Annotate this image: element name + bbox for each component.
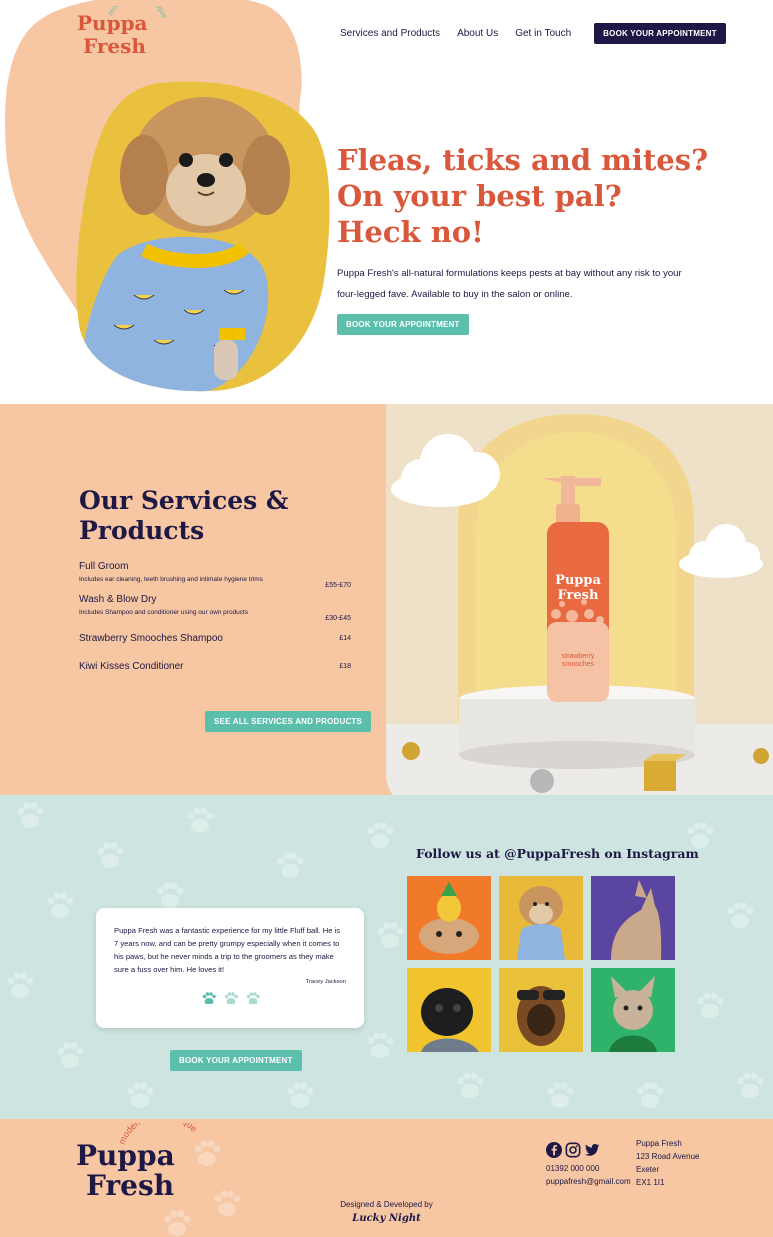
social-icons xyxy=(546,1142,600,1158)
credit-label: Designed & Developed by xyxy=(340,1200,433,1209)
footer-logo-word-2: Fresh xyxy=(86,1169,174,1202)
dog-in-banana-pyjamas-photo xyxy=(76,81,330,392)
service-item[interactable]: Kiwi Kisses Conditioner £18 xyxy=(79,661,351,672)
service-price: £14 xyxy=(339,635,351,642)
french-bulldog-green-photo[interactable] xyxy=(591,968,675,1052)
service-name: Full Groom xyxy=(79,561,129,572)
service-item[interactable]: Strawberry Smooches Shampoo £14 xyxy=(79,633,351,644)
service-item[interactable]: Wash & Blow Dry Includes Shampoo and con… xyxy=(79,594,351,622)
hero-headline: Fleas, ticks and mites? On your best pal… xyxy=(337,142,737,250)
see-all-services-button[interactable]: SEE ALL SERVICES AND PRODUCTS xyxy=(205,711,372,732)
bottle-logo-word-2: Fresh xyxy=(558,588,599,603)
headline-line: On your best pal? xyxy=(337,179,622,213)
paw-dot-icon[interactable] xyxy=(246,992,260,1004)
headline-line: Fleas, ticks and mites? xyxy=(337,143,709,177)
address-line: 123 Road Avenue xyxy=(636,1152,700,1161)
services-title-line: Our Services & xyxy=(79,486,289,515)
footer-phone[interactable]: 01392 000 000 xyxy=(546,1164,599,1173)
facebook-icon[interactable] xyxy=(546,1142,562,1158)
credit-brand-logo[interactable]: Lucky Night xyxy=(0,1213,773,1224)
bottle-logo-word-1: Puppa xyxy=(555,573,601,588)
services-title: Our Services & Products xyxy=(79,486,288,546)
testimonial-book-button[interactable]: BOOK YOUR APPOINTMENT xyxy=(170,1050,302,1071)
address-line: Exeter xyxy=(636,1165,660,1174)
logo-word-2: Fresh xyxy=(83,34,146,58)
testimonial-pagination xyxy=(202,992,260,1004)
pug-yellow-photo[interactable] xyxy=(407,968,491,1052)
nav-services[interactable]: Services and Products xyxy=(340,28,440,39)
bottle-label-1: strawberry xyxy=(562,653,595,660)
chihuahua-purple-photo[interactable] xyxy=(591,876,675,960)
headline-line: Heck no! xyxy=(337,215,484,249)
footer: Puppa Fresh modern dog boutique 01392 00… xyxy=(0,1119,773,1237)
service-description: Includes ear cleaning, teeth brushing an… xyxy=(79,576,263,583)
footer-address: Puppa Fresh 123 Road Avenue Exeter EX1 1… xyxy=(636,1137,699,1189)
address-line: Puppa Fresh xyxy=(636,1139,682,1148)
instagram-grid xyxy=(407,876,675,1052)
shampoo-bottle-illustration: Puppa Fresh strawberry smooches xyxy=(386,404,773,810)
service-price: £18 xyxy=(339,663,351,670)
dog-banana-pyjamas-photo[interactable] xyxy=(499,876,583,960)
paw-dot-icon[interactable] xyxy=(224,992,238,1004)
nav-about[interactable]: About Us xyxy=(457,28,498,39)
nav-book-button[interactable]: BOOK YOUR APPOINTMENT xyxy=(594,23,726,44)
testimonial-text: Puppa Fresh was a fantastic experience f… xyxy=(114,926,341,974)
bulldog-pineapple-hat-photo[interactable] xyxy=(407,876,491,960)
logo[interactable]: Puppa Fresh modern dog boutique xyxy=(74,6,166,58)
address-line: EX1 1I1 xyxy=(636,1178,665,1187)
nav-contact[interactable]: Get in Touch xyxy=(515,28,571,39)
service-name: Wash & Blow Dry xyxy=(79,594,157,605)
instagram-title: Follow us at @PuppaFresh on Instagram xyxy=(416,846,699,861)
services-section: Our Services & Products Full Groom Inclu… xyxy=(0,404,773,810)
instagram-icon[interactable] xyxy=(565,1142,581,1158)
service-description: Includes Shampoo and conditioner using o… xyxy=(79,609,249,616)
service-name: Kiwi Kisses Conditioner xyxy=(79,661,184,672)
footer-email[interactable]: puppafresh@gmail.com xyxy=(546,1177,631,1186)
hero-section: Puppa Fresh modern dog boutique Services… xyxy=(0,0,773,404)
paw-dot-active-icon[interactable] xyxy=(202,992,216,1004)
service-price: £30-£45 xyxy=(325,615,351,622)
testimonial-author: Tracey Jackson xyxy=(305,979,346,985)
bottle-label-2: smooches xyxy=(562,661,594,668)
shampoo-product-photo: Puppa Fresh strawberry smooches xyxy=(386,404,773,810)
main-nav: Services and Products About Us Get in To… xyxy=(340,23,726,44)
service-price: £55-£70 xyxy=(325,582,351,589)
dog-sunglasses-photo[interactable] xyxy=(499,968,583,1052)
twitter-icon[interactable] xyxy=(584,1142,600,1158)
testimonial-card: Puppa Fresh was a fantastic experience f… xyxy=(96,908,364,1028)
hero-description: Puppa Fresh's all-natural formulations k… xyxy=(337,268,682,300)
service-name: Strawberry Smooches Shampoo xyxy=(79,633,223,644)
services-title-line: Products xyxy=(79,516,205,545)
social-section: Puppa Fresh was a fantastic experience f… xyxy=(0,795,773,1119)
hero-book-button[interactable]: BOOK YOUR APPOINTMENT xyxy=(337,314,469,335)
services-list: Full Groom Includes ear cleaning, teeth … xyxy=(79,561,351,683)
service-item[interactable]: Full Groom Includes ear cleaning, teeth … xyxy=(79,561,351,589)
